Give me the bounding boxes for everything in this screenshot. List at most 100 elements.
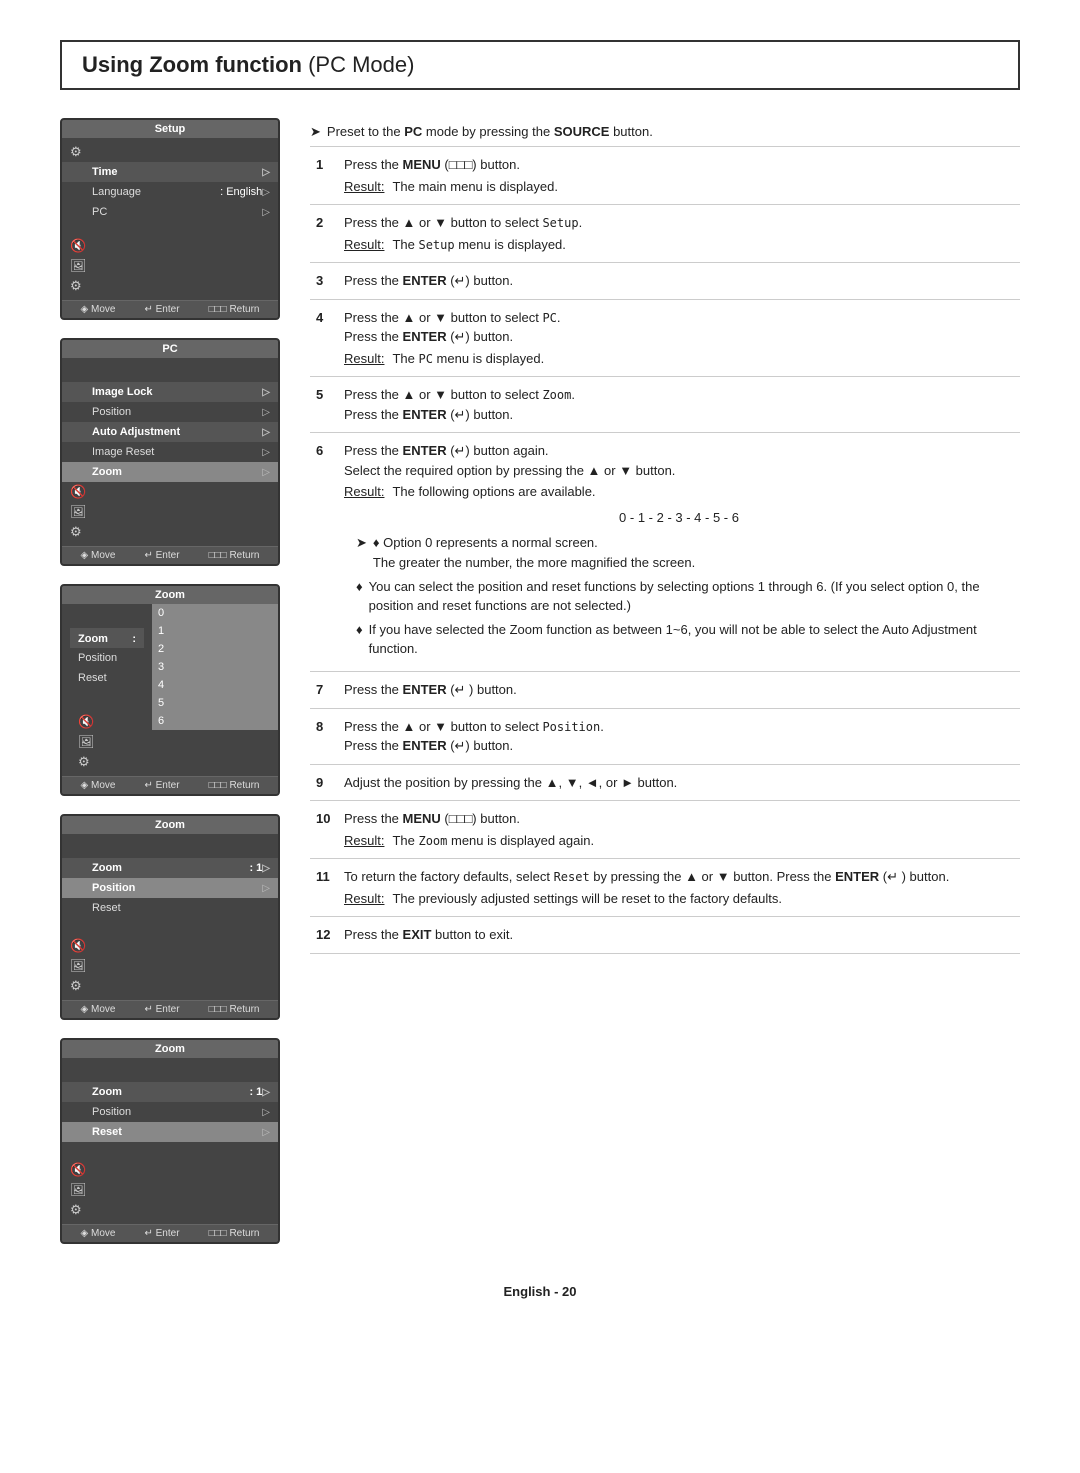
- result-text: The main menu is displayed.: [392, 177, 557, 197]
- diamond-icon: ♦: [356, 621, 363, 659]
- item-label: Zoom: [92, 466, 262, 478]
- zoom-value-item: 1: [152, 622, 278, 640]
- spacer: [62, 1142, 278, 1160]
- step-content: Press the MENU (□□□) button. Result: The…: [338, 801, 1020, 859]
- item-label: PC: [92, 206, 262, 218]
- result-label: Result:: [344, 482, 384, 502]
- item-value: : 1: [249, 1086, 262, 1098]
- screen3-bottom: ◈ Move ↵ Enter □□□ Return: [62, 776, 278, 794]
- result-line: Result: The following options are availa…: [344, 482, 1014, 502]
- return-label: □□□ Return: [209, 1228, 260, 1239]
- image-icon5: 🖼: [70, 1182, 92, 1198]
- sound-icon4: 🔇: [70, 938, 92, 954]
- sound-icon: 🔇: [70, 238, 92, 254]
- spacer: [62, 918, 278, 936]
- step-number: 8: [310, 708, 338, 764]
- enter-label: ↵ Enter: [144, 780, 179, 791]
- title-sub: (PC Mode): [302, 52, 414, 77]
- return-label: □□□ Return: [209, 550, 260, 561]
- gear-icon: ⚙: [70, 278, 92, 294]
- zoom-value-item: 0: [152, 604, 278, 622]
- list-item: Image Reset ▷: [62, 442, 278, 462]
- move-label: ◈ Move: [81, 1004, 116, 1015]
- zoom-value-item: 3: [152, 658, 278, 676]
- screen2-bottom: ◈ Move ↵ Enter □□□ Return: [62, 546, 278, 564]
- table-row: 1 Press the MENU (□□□) button. Result: T…: [310, 147, 1020, 205]
- list-item: Position: [70, 648, 144, 668]
- enter-label: ↵ Enter: [144, 1004, 179, 1015]
- table-row: 12 Press the EXIT button to exit.: [310, 917, 1020, 954]
- arrow-icon: ➤: [356, 533, 367, 553]
- step-number: 9: [310, 764, 338, 801]
- step-content: Adjust the position by pressing the ▲, ▼…: [338, 764, 1020, 801]
- image-icon3: 🖼: [78, 734, 100, 750]
- preset-text: Preset to the PC mode by pressing the SO…: [327, 124, 653, 139]
- list-item: Language : English ▷: [62, 182, 278, 202]
- list-item: ⚙: [62, 1200, 278, 1220]
- step-content: Press the ▲ or ▼ button to select Zoom. …: [338, 377, 1020, 433]
- item-label: Language: [92, 186, 216, 198]
- item-label: Reset: [92, 1126, 262, 1138]
- sound-icon3: 🔇: [78, 714, 100, 730]
- list-item: 🖼: [62, 502, 278, 522]
- image-icon2: 🖼: [70, 504, 92, 520]
- zoom-value-item: 4: [152, 676, 278, 694]
- bullet-text: ♦ Option 0 represents a normal screen.Th…: [373, 533, 695, 572]
- step-content: Press the ▲ or ▼ button to select Positi…: [338, 708, 1020, 764]
- result-text: The Zoom menu is displayed again.: [392, 831, 594, 851]
- left-panel: Setup ⚙ Time ▷ Language : English ▷: [60, 118, 280, 1244]
- step-number: 7: [310, 672, 338, 709]
- list-item: 🔇: [70, 712, 144, 732]
- image-icon4: 🖼: [70, 958, 92, 974]
- item-label: Zoom: [92, 862, 245, 874]
- screen-pc: PC Image Lock ▷ Position ▷ Auto Adju: [60, 338, 280, 566]
- list-item: PC ▷: [62, 202, 278, 222]
- list-item: ⚙: [70, 752, 144, 772]
- table-row: 2 Press the ▲ or ▼ button to select Setu…: [310, 205, 1020, 263]
- bullet-item: ♦ If you have selected the Zoom function…: [356, 621, 1014, 659]
- step-content: Press the ENTER (↵ ) button.: [338, 672, 1020, 709]
- step-number: 4: [310, 299, 338, 377]
- list-item: Auto Adjustment ▷: [62, 422, 278, 442]
- diamond-icon: ♦: [356, 578, 363, 616]
- zoom-value-item: 6: [152, 712, 278, 730]
- return-label: □□□ Return: [209, 304, 260, 315]
- position-item-label: Position: [78, 652, 136, 664]
- zoom-value-item: 2: [152, 640, 278, 658]
- zoom-values: 0 1 2 3 4 5 6: [152, 604, 278, 776]
- move-label: ◈ Move: [81, 780, 116, 791]
- list-item: ⚙: [62, 522, 278, 542]
- screen4-items: Zoom : 1 ▷ Position ▷ Reset 🔇: [62, 834, 278, 1000]
- arrow-icon: ➤: [310, 124, 321, 140]
- bullet-text: If you have selected the Zoom function a…: [369, 621, 1014, 659]
- bullet-item: ♦ You can select the position and reset …: [356, 578, 1014, 616]
- list-item: Zoom :: [70, 628, 144, 648]
- item-label: Position: [92, 406, 262, 418]
- result-text: The previously adjusted settings will be…: [392, 889, 781, 909]
- enter-label: ↵ Enter: [144, 550, 179, 561]
- list-item: Reset ▷: [62, 1122, 278, 1142]
- bullet-arrow: ➤ ♦ Option 0 represents a normal screen.…: [356, 533, 1014, 572]
- table-row: 5 Press the ▲ or ▼ button to select Zoom…: [310, 377, 1020, 433]
- gear-icon4: ⚙: [70, 978, 92, 994]
- list-item: Position ▷: [62, 878, 278, 898]
- gear-icon3: ⚙: [78, 754, 100, 770]
- list-item: ⚙: [62, 276, 278, 296]
- result-label: Result:: [344, 235, 384, 255]
- screen5-bottom: ◈ Move ↵ Enter □□□ Return: [62, 1224, 278, 1242]
- result-line: Result: The Zoom menu is displayed again…: [344, 831, 1014, 851]
- list-item: 🔇: [62, 936, 278, 956]
- list-item: Zoom ▷: [62, 462, 278, 482]
- item-label: Image Reset: [92, 446, 262, 458]
- item-label: Zoom: [92, 1086, 245, 1098]
- list-item: Position ▷: [62, 1102, 278, 1122]
- item-label: Reset: [92, 902, 270, 914]
- zoom-colon: :: [132, 633, 136, 645]
- result-text: The Setup menu is displayed.: [392, 235, 565, 255]
- list-item: Reset: [70, 668, 144, 688]
- item-value: : English: [220, 186, 262, 198]
- step-content: Press the ▲ or ▼ button to select PC. Pr…: [338, 299, 1020, 377]
- screen5-items: Zoom : 1 ▷ Position ▷ Reset ▷ 🔇: [62, 1058, 278, 1224]
- move-label: ◈ Move: [81, 304, 116, 315]
- list-item: 🔇: [62, 236, 278, 256]
